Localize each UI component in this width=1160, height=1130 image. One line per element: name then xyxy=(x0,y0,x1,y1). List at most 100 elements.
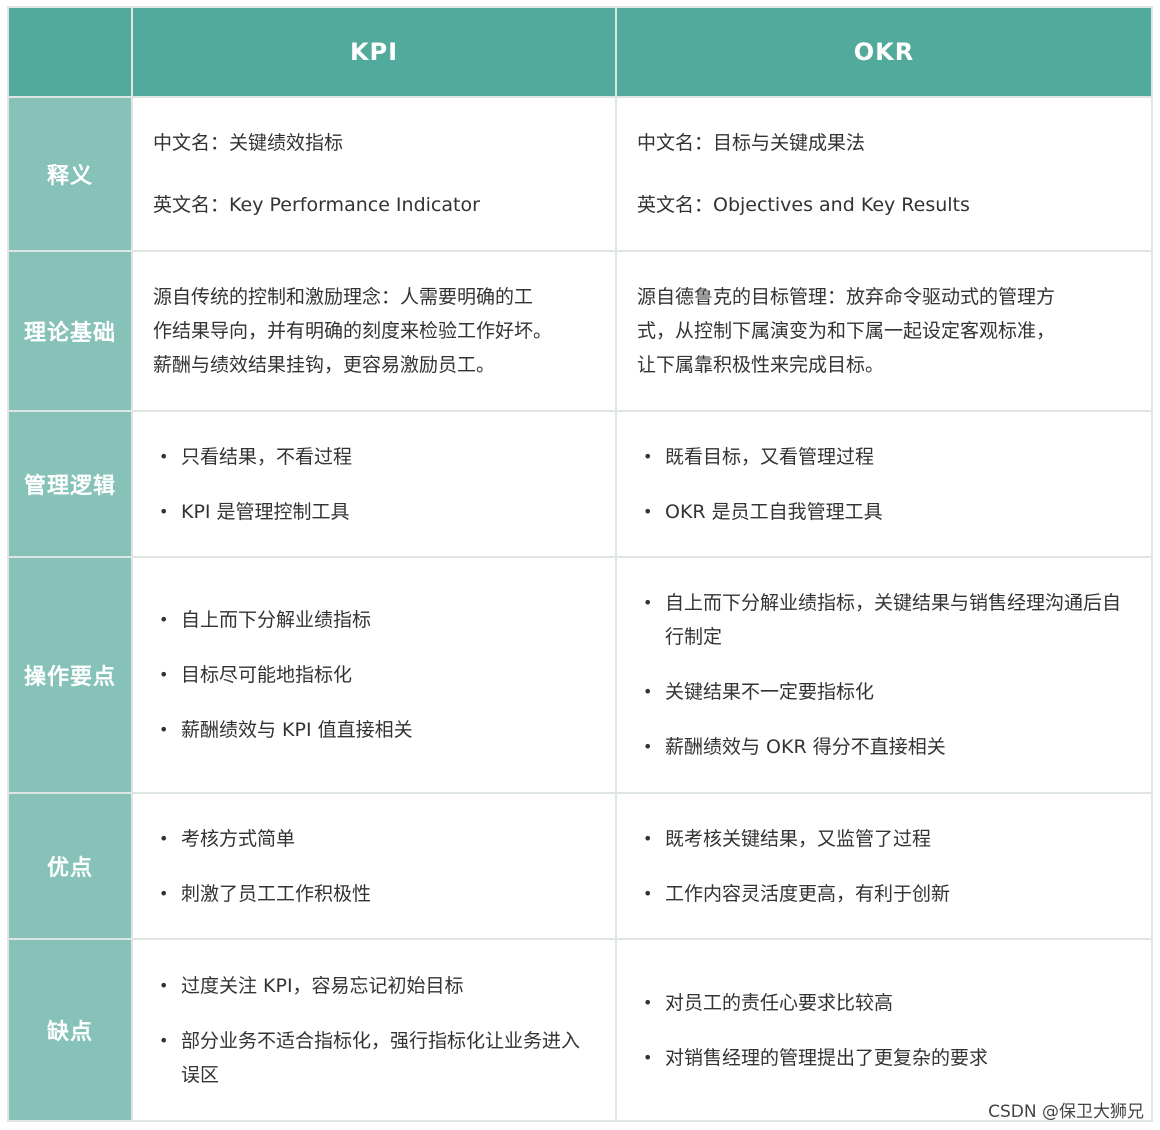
kpi-cell-definition: 中文名：关键绩效指标英文名：Key Performance Indicator xyxy=(131,96,617,252)
bullet-icon: • xyxy=(643,883,653,903)
kpi-cell-definition-line: 英文名：Key Performance Indicator xyxy=(153,194,480,216)
kpi-cell-pros: • 考核方式简单 • 刺激了员工工作积极性 xyxy=(131,792,617,940)
list-item-text: 薪酬绩效与 KPI 值直接相关 xyxy=(181,719,413,741)
list-item: • 只看结果，不看过程 xyxy=(153,440,595,474)
header-row: KPI OKR xyxy=(7,6,1153,98)
okr-cell-pros-list: • 既考核关键结果，又监管了过程 • 工作内容灵活度更高，有利于创新 xyxy=(637,822,1131,911)
header-okr: OKR xyxy=(615,6,1153,98)
list-item-text: OKR 是员工自我管理工具 xyxy=(665,500,883,523)
header-corner xyxy=(7,6,133,98)
table-row-theory: 理论基础 源自传统的控制和激励理念：人需要明确的工 作结果导向，并有明确的刻度来检验… xyxy=(7,250,1153,412)
kpi-cell-theory-line: 薪酬与绩效结果挂钩，更容易激励员工。 xyxy=(153,354,496,376)
list-item: • 部分业务不适合指标化，强行指标化让业务进入误区 xyxy=(153,1024,595,1092)
okr-cell-definition-line: 英文名：Objectives and Key Results xyxy=(637,194,970,216)
bullet-icon: • xyxy=(159,446,169,466)
okr-cell-key-points: • 自上而下分解业绩指标，关键结果与销售经理沟通后自行制定 • 关键结果不一定要指标化… xyxy=(615,556,1153,794)
row-label-management-logic: 管理逻辑 xyxy=(7,410,133,558)
okr-cell-theory: 源自德鲁克的目标管理：放弃命令驱动式的管理方 式，从控制下属演变为和下属一起设定客… xyxy=(615,250,1153,412)
okr-cell-key-points-list: • 自上而下分解业绩指标，关键结果与销售经理沟通后自行制定 • 关键结果不一定要指标化… xyxy=(637,586,1131,764)
kpi-cell-management-logic-list: • 只看结果，不看过程 • KPI 是管理控制工具 xyxy=(153,440,595,529)
comparison-table-wrapper: KPI OKR 释义 中文名：关键绩效指标英文名：Key Performance … xyxy=(7,6,1153,1122)
bullet-icon: • xyxy=(643,992,653,1012)
list-item-text: 刺激了员工工作积极性 xyxy=(181,882,372,905)
table-row-management-logic: 管理逻辑 • 只看结果，不看过程 • KPI 是管理控制工具 • 既看目标，又看管理过程 • O… xyxy=(7,410,1153,558)
list-item-text: 薪酬绩效与 OKR 得分不直接相关 xyxy=(665,736,946,758)
watermark: CSDN @保卫大狮兄 xyxy=(988,1102,1144,1122)
kpi-cell-pros-list: • 考核方式简单 • 刺激了员工工作积极性 xyxy=(153,822,595,911)
list-item: • 工作内容灵活度更高，有利于创新 xyxy=(637,877,1131,911)
list-item: • 考核方式简单 xyxy=(153,822,595,856)
okr-cell-theory-line: 源自德鲁克的目标管理：放弃命令驱动式的管理方 xyxy=(637,286,1056,308)
table-row-pros: 优点 • 考核方式简单 • 刺激了员工工作积极性 • 既考核关键结果，又监管了过程 • 工作内容… xyxy=(7,792,1153,940)
kpi-cell-theory: 源自传统的控制和激励理念：人需要明确的工 作结果导向，并有明确的刻度来检验工作好坏… xyxy=(131,250,617,412)
list-item: • 既考核关键结果，又监管了过程 xyxy=(637,822,1131,856)
list-item: • 对员工的责任心要求比较高 xyxy=(637,986,1131,1020)
bullet-icon: • xyxy=(159,665,169,684)
bullet-icon: • xyxy=(643,593,653,612)
kpi-cell-cons: • 过度关注 KPI，容易忘记初始目标 • 部分业务不适合指标化，强行指标化让业务进入… xyxy=(131,938,617,1122)
kpi-okr-comparison-table: KPI OKR 释义 中文名：关键绩效指标英文名：Key Performance … xyxy=(7,6,1153,1122)
bullet-icon: • xyxy=(643,828,653,848)
bullet-icon: • xyxy=(159,975,169,995)
list-item: • OKR 是员工自我管理工具 xyxy=(637,495,1131,529)
bullet-icon: • xyxy=(643,737,653,756)
bullet-icon: • xyxy=(159,720,169,739)
table-row-definition: 释义 中文名：关键绩效指标英文名：Key Performance Indicato… xyxy=(7,96,1153,252)
list-item-text: 考核方式简单 xyxy=(181,827,296,850)
row-label-definition: 释义 xyxy=(7,96,133,252)
list-item-text: 工作内容灵活度更高，有利于创新 xyxy=(665,882,951,905)
bullet-icon: • xyxy=(643,501,653,521)
bullet-icon: • xyxy=(159,883,169,903)
kpi-cell-key-points-list: • 自上而下分解业绩指标 • 目标尽可能地指标化 • 薪酬绩效与 KPI 值直接相关 xyxy=(153,603,595,747)
table-row-key-points: 操作要点 • 自上而下分解业绩指标 • 目标尽可能地指标化 • 薪酬绩效与 KPI 值直接相… xyxy=(7,556,1153,794)
list-item: • 目标尽可能地指标化 xyxy=(153,658,595,692)
table-row-cons: 缺点 • 过度关注 KPI，容易忘记初始目标 • 部分业务不适合指标化，强行指标化让业务… xyxy=(7,938,1153,1122)
okr-cell-management-logic: • 既看目标，又看管理过程 • OKR 是员工自我管理工具 xyxy=(615,410,1153,558)
bullet-icon: • xyxy=(159,828,169,848)
list-item-text: 对员工的责任心要求比较高 xyxy=(665,991,894,1014)
list-item-text: 过度关注 KPI，容易忘记初始目标 xyxy=(181,974,464,997)
kpi-cell-management-logic: • 只看结果，不看过程 • KPI 是管理控制工具 xyxy=(131,410,617,558)
list-item: • KPI 是管理控制工具 xyxy=(153,495,595,529)
list-item-text: 关键结果不一定要指标化 xyxy=(665,681,875,703)
row-label-pros: 优点 xyxy=(7,792,133,940)
bullet-icon: • xyxy=(159,501,169,521)
list-item-text: 自上而下分解业绩指标 xyxy=(181,609,372,631)
list-item-text: 既看目标，又看管理过程 xyxy=(665,445,875,468)
list-item-text: 自上而下分解业绩指标，关键结果与销售经理沟通后自行制定 xyxy=(665,592,1122,648)
bullet-icon: • xyxy=(159,610,169,629)
bullet-icon: • xyxy=(643,1047,653,1067)
row-label-theory: 理论基础 xyxy=(7,250,133,412)
header-kpi: KPI xyxy=(131,6,617,98)
kpi-cell-cons-list: • 过度关注 KPI，容易忘记初始目标 • 部分业务不适合指标化，强行指标化让业务进入… xyxy=(153,969,595,1092)
okr-cell-pros: • 既考核关键结果，又监管了过程 • 工作内容灵活度更高，有利于创新 xyxy=(615,792,1153,940)
kpi-cell-definition-line: 中文名：关键绩效指标 xyxy=(153,132,344,154)
list-item-text: 只看结果，不看过程 xyxy=(181,445,353,468)
okr-cell-definition-line: 中文名：目标与关键成果法 xyxy=(637,132,866,154)
list-item: • 薪酬绩效与 KPI 值直接相关 xyxy=(153,713,595,747)
okr-cell-definition: 中文名：目标与关键成果法英文名：Objectives and Key Resul… xyxy=(615,96,1153,252)
list-item-text: 部分业务不适合指标化，强行指标化让业务进入误区 xyxy=(181,1029,581,1086)
list-item: • 自上而下分解业绩指标，关键结果与销售经理沟通后自行制定 xyxy=(637,586,1131,654)
okr-cell-cons-list: • 对员工的责任心要求比较高 • 对销售经理的管理提出了更复杂的要求 xyxy=(637,986,1131,1075)
bullet-icon: • xyxy=(643,446,653,466)
list-item: • 薪酬绩效与 OKR 得分不直接相关 xyxy=(637,730,1131,764)
list-item-text: KPI 是管理控制工具 xyxy=(181,500,350,523)
list-item: • 过度关注 KPI，容易忘记初始目标 xyxy=(153,969,595,1003)
list-item: • 自上而下分解业绩指标 xyxy=(153,603,595,637)
list-item: • 关键结果不一定要指标化 xyxy=(637,675,1131,709)
kpi-cell-theory-line: 源自传统的控制和激励理念：人需要明确的工 xyxy=(153,286,534,308)
okr-cell-theory-line: 式，从控制下属演变为和下属一起设定客观标准， xyxy=(637,320,1056,342)
list-item-text: 既考核关键结果，又监管了过程 xyxy=(665,827,932,850)
bullet-icon: • xyxy=(159,1030,169,1050)
list-item-text: 对销售经理的管理提出了更复杂的要求 xyxy=(665,1046,989,1069)
row-label-key-points: 操作要点 xyxy=(7,556,133,794)
list-item: • 刺激了员工工作积极性 xyxy=(153,877,595,911)
bullet-icon: • xyxy=(643,682,653,701)
okr-cell-management-logic-list: • 既看目标，又看管理过程 • OKR 是员工自我管理工具 xyxy=(637,440,1131,529)
kpi-cell-key-points: • 自上而下分解业绩指标 • 目标尽可能地指标化 • 薪酬绩效与 KPI 值直接相关 xyxy=(131,556,617,794)
okr-cell-theory-line: 让下属靠积极性来完成目标。 xyxy=(637,354,885,376)
list-item: • 既看目标，又看管理过程 xyxy=(637,440,1131,474)
list-item: • 对销售经理的管理提出了更复杂的要求 xyxy=(637,1041,1131,1075)
list-item-text: 目标尽可能地指标化 xyxy=(181,664,353,686)
